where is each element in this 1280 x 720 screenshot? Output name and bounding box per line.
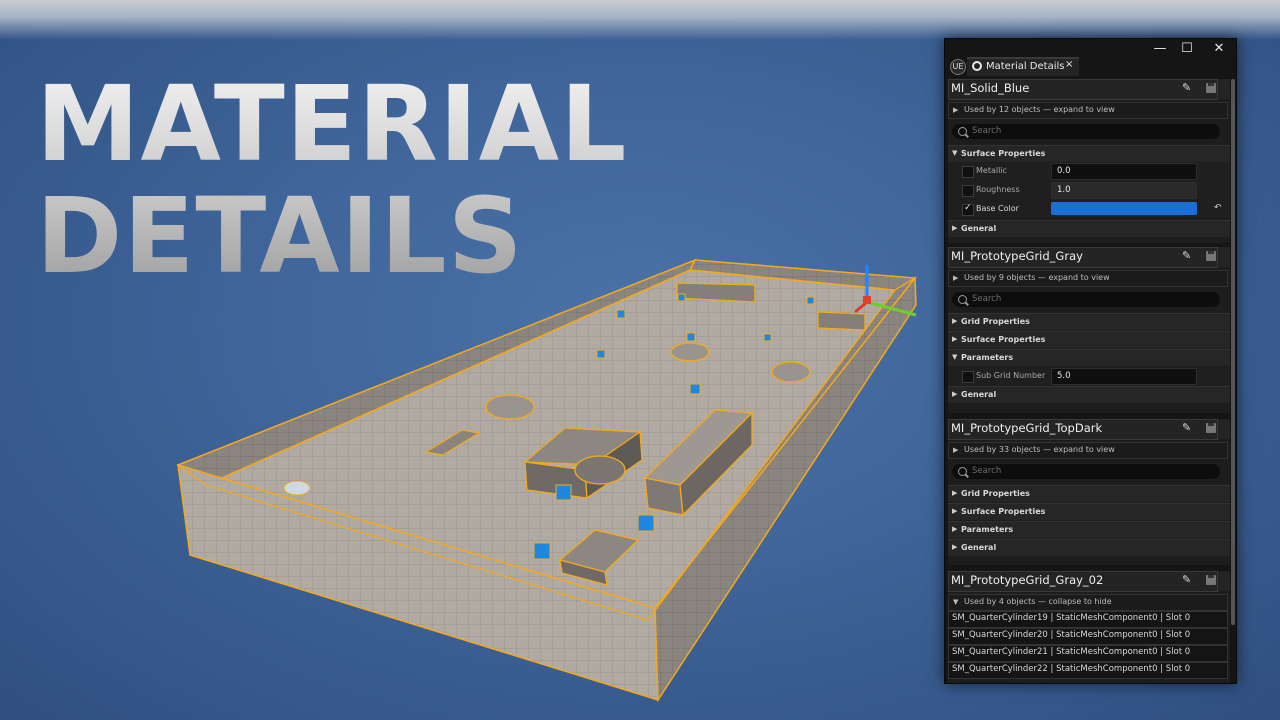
pencil-icon[interactable]: ✎ <box>1182 249 1191 262</box>
metallic-field[interactable]: 0.0 <box>1051 163 1197 180</box>
material-name[interactable]: MI_Solid_Blue <box>951 81 1029 95</box>
tab-material-details[interactable]: Material Details × <box>967 57 1079 76</box>
save-icon[interactable] <box>1206 83 1216 93</box>
collapse-arrow-icon: ▼ <box>952 149 958 157</box>
search-input[interactable]: Search <box>952 464 1220 479</box>
expand-arrow-icon: ▶ <box>952 525 958 533</box>
pencil-icon[interactable]: ✎ <box>1182 421 1191 434</box>
maximize-icon[interactable]: ☐ <box>1177 41 1197 57</box>
expand-arrow-icon: ▶ <box>952 507 958 515</box>
tab-label: Material Details <box>986 61 1065 72</box>
minimize-icon[interactable]: — <box>1150 41 1170 57</box>
expand-arrow-icon: ▶ <box>952 224 958 232</box>
category-surface-properties[interactable]: ▼ Surface Properties <box>948 145 1230 162</box>
tab-close-icon[interactable]: × <box>1065 59 1073 70</box>
save-icon[interactable] <box>1206 423 1216 433</box>
prop-roughness: Roughness 1.0 <box>948 181 1230 199</box>
search-icon <box>958 127 967 136</box>
search-input[interactable]: Search <box>952 292 1220 307</box>
material-name[interactable]: MI_PrototypeGrid_Gray <box>951 249 1083 263</box>
sub-grid-number-field[interactable]: 5.0 <box>1051 368 1197 385</box>
category-general[interactable]: ▶ General <box>948 539 1230 556</box>
prop-sub-grid-number: Sub Grid Number 5.0 <box>948 367 1230 385</box>
reset-arrow-icon[interactable]: ↶ <box>1214 203 1222 213</box>
close-icon[interactable]: ✕ <box>1209 41 1229 57</box>
panel-header: MI_PrototypeGrid_Gray_02 ✎ <box>948 571 1230 592</box>
panel-header: MI_PrototypeGrid_TopDark ✎ <box>948 419 1230 440</box>
pencil-icon[interactable]: ✎ <box>1182 573 1191 586</box>
pencil-icon[interactable]: ✎ <box>1182 81 1191 94</box>
collapse-arrow-icon: ▼ <box>953 598 959 606</box>
base-color-swatch[interactable] <box>1051 202 1197 215</box>
quarter-cylinder <box>574 455 626 485</box>
expand-arrow-icon: ▶ <box>952 390 958 398</box>
material-name[interactable]: MI_PrototypeGrid_Gray_02 <box>951 573 1103 587</box>
save-icon[interactable] <box>1206 575 1216 585</box>
used-by-row[interactable]: ▶ Used by 33 objects — expand to view <box>948 442 1228 459</box>
material-name[interactable]: MI_PrototypeGrid_TopDark <box>951 421 1102 435</box>
list-item[interactable]: SM_QuarterCylinder21 | StaticMeshCompone… <box>948 645 1228 662</box>
expand-arrow-icon: ▶ <box>952 335 958 343</box>
material-panel-prototype-grid-gray: MI_PrototypeGrid_Gray ✎ ▶ Used by 9 obje… <box>948 247 1230 413</box>
prop-metallic: Metallic 0.0 <box>948 162 1230 180</box>
tab-strip: UE Material Details × <box>945 57 1236 76</box>
category-grid-properties[interactable]: ▶ Grid Properties <box>948 485 1230 502</box>
category-surface-properties[interactable]: ▶ Surface Properties <box>948 331 1230 348</box>
category-surface-properties[interactable]: ▶ Surface Properties <box>948 503 1230 520</box>
list-item[interactable]: SM_QuarterCylinder20 | StaticMeshCompone… <box>948 628 1228 645</box>
search-icon <box>958 295 967 304</box>
material-panel-prototype-grid-topdark: MI_PrototypeGrid_TopDark ✎ ▶ Used by 33 … <box>948 419 1230 565</box>
category-general[interactable]: ▶ General <box>948 386 1230 403</box>
material-icon <box>972 61 982 71</box>
expand-arrow-icon: ▶ <box>953 106 959 114</box>
disk-2 <box>670 342 710 362</box>
list-item[interactable]: SM_QuarterCylinder22 | StaticMeshCompone… <box>948 662 1228 679</box>
category-general[interactable]: ▶ General <box>948 220 1230 237</box>
window-titlebar[interactable]: — ☐ ✕ <box>945 39 1236 59</box>
save-icon[interactable] <box>1206 251 1216 261</box>
used-by-row[interactable]: ▶ Used by 12 objects — expand to view <box>948 102 1228 119</box>
used-by-row[interactable]: ▶ Used by 9 objects — expand to view <box>948 270 1228 287</box>
disk-1 <box>485 394 535 420</box>
search-input[interactable]: Search <box>952 124 1220 139</box>
used-by-row[interactable]: ▼ Used by 4 objects — collapse to hide <box>948 594 1228 611</box>
material-details-window: — ☐ ✕ UE Material Details × MI_Solid_Blu… <box>944 38 1237 684</box>
list-item[interactable]: SM_QuarterCylinder19 | StaticMeshCompone… <box>948 611 1228 628</box>
collapse-arrow-icon: ▼ <box>952 353 958 361</box>
expand-arrow-icon: ▶ <box>952 543 958 551</box>
prop-base-color: Base Color ↶ <box>948 200 1230 218</box>
material-panel-prototype-grid-gray-02: MI_PrototypeGrid_Gray_02 ✎ ▼ Used by 4 o… <box>948 571 1230 683</box>
override-checkbox[interactable] <box>962 185 974 197</box>
panel-header: MI_PrototypeGrid_Gray ✎ <box>948 247 1230 268</box>
override-checkbox[interactable] <box>962 203 974 216</box>
roughness-field[interactable]: 1.0 <box>1051 182 1197 199</box>
sphere <box>283 480 311 496</box>
scrollbar[interactable] <box>1231 79 1235 625</box>
category-parameters[interactable]: ▼ Parameters <box>948 349 1230 366</box>
category-parameters[interactable]: ▶ Parameters <box>948 521 1230 538</box>
expand-arrow-icon: ▶ <box>952 317 958 325</box>
search-icon <box>958 467 967 476</box>
override-checkbox[interactable] <box>962 166 974 178</box>
back-box-1 <box>676 282 756 303</box>
override-checkbox[interactable] <box>962 371 974 383</box>
disk-3 <box>771 361 811 383</box>
expand-arrow-icon: ▶ <box>953 274 959 282</box>
category-grid-properties[interactable]: ▶ Grid Properties <box>948 313 1230 330</box>
expand-arrow-icon: ▶ <box>952 489 958 497</box>
unreal-logo-icon: UE <box>950 59 966 75</box>
expand-arrow-icon: ▶ <box>953 446 959 454</box>
back-box-2 <box>817 311 866 331</box>
material-panel-solid-blue: MI_Solid_Blue ✎ ▶ Used by 12 objects — e… <box>948 79 1230 243</box>
panel-header: MI_Solid_Blue ✎ <box>948 79 1230 100</box>
